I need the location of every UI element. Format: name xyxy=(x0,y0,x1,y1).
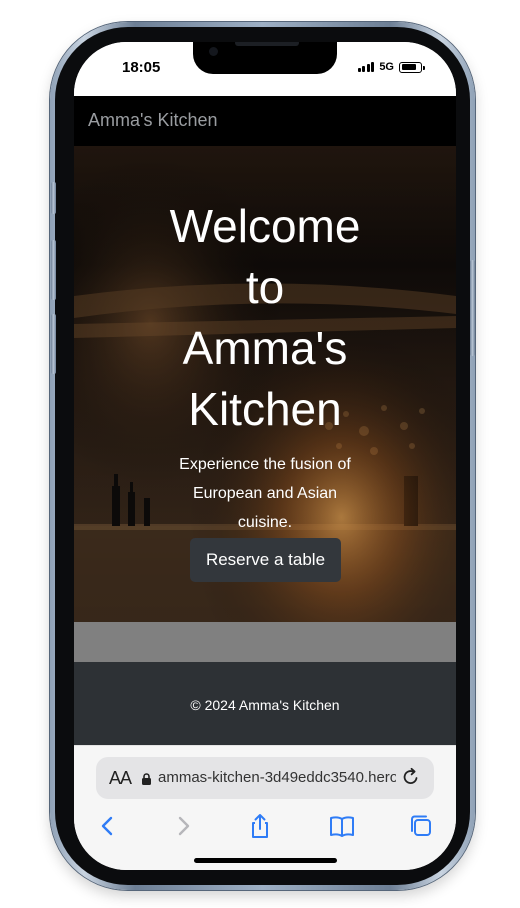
text-size-label: AA xyxy=(109,768,132,788)
browser-toolbar: AA ammas-kitchen-3d49eddc3540.herokuapp.… xyxy=(74,745,456,870)
site-footer: © 2024 Amma's Kitchen xyxy=(74,662,456,745)
address-bar[interactable]: AA ammas-kitchen-3d49eddc3540.herokuapp.… xyxy=(96,757,434,799)
cellular-signal-icon xyxy=(357,62,375,72)
phone-screen: 18:05 5G Amma's Kitchen Welcome to Amma'… xyxy=(74,42,456,870)
reserve-table-button[interactable]: Reserve a table xyxy=(190,538,341,582)
network-type: 5G xyxy=(379,61,394,73)
action-button xyxy=(51,182,56,214)
volume-down-button xyxy=(51,314,56,374)
hero-subtitle: Experience the fusion of European and As… xyxy=(162,450,368,537)
hero-subtitle-line: Experience the fusion of xyxy=(179,456,351,473)
status-indicators: 5G xyxy=(357,61,425,73)
battery-icon xyxy=(399,61,425,73)
front-camera-icon xyxy=(209,47,218,56)
tabs-icon[interactable] xyxy=(407,812,435,840)
hero-title-line: Kitchen xyxy=(188,383,342,435)
home-indicator[interactable] xyxy=(194,858,337,863)
hero-title-line: Welcome xyxy=(169,200,361,252)
hero-subtitle-line: European and Asian xyxy=(192,485,338,502)
speaker-grille xyxy=(235,42,299,46)
lock-icon xyxy=(142,773,151,785)
hero-title: Welcome to Amma's Kitchen xyxy=(150,196,380,440)
text-size-button[interactable]: AA xyxy=(109,768,132,789)
chevron-left-icon[interactable] xyxy=(94,812,122,840)
footer-copyright: © 2024 Amma's Kitchen xyxy=(190,697,340,713)
hero-subtitle-line: cuisine. xyxy=(237,514,293,531)
notch xyxy=(193,42,337,74)
hero-section: Welcome to Amma's Kitchen Experience the… xyxy=(74,146,456,622)
content-spacer xyxy=(74,622,456,662)
hero-title-line: Amma's xyxy=(182,322,348,374)
volume-up-button xyxy=(51,240,56,300)
share-icon[interactable] xyxy=(246,812,274,840)
url-text[interactable]: ammas-kitchen-3d49eddc3540.herokuapp.com xyxy=(158,769,396,786)
book-icon[interactable] xyxy=(328,812,356,840)
battery-level xyxy=(401,64,416,70)
status-bar: 18:05 5G xyxy=(74,42,456,96)
hero-title-line: to xyxy=(245,261,285,313)
status-time: 18:05 xyxy=(122,59,161,76)
site-navbar: Amma's Kitchen xyxy=(74,96,456,146)
site-brand-link[interactable]: Amma's Kitchen xyxy=(88,110,217,131)
power-button xyxy=(470,260,475,356)
reload-icon[interactable] xyxy=(401,767,421,787)
chevron-right-icon[interactable] xyxy=(169,812,197,840)
